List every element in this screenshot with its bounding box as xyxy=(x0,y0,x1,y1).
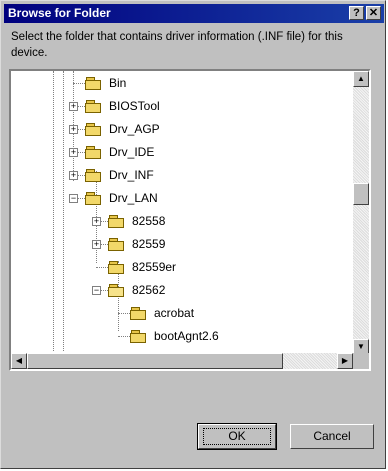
collapse-82562[interactable]: − xyxy=(92,286,101,295)
tree-connector xyxy=(118,313,130,314)
tree-item-label: Drv_IDE xyxy=(109,145,155,159)
open-folder-icon xyxy=(108,283,126,297)
folder-icon xyxy=(85,122,103,136)
tree-item-label: Drv_LAN xyxy=(109,191,158,205)
tree-item-bin[interactable]: Bin xyxy=(85,74,126,92)
tree-item-82559er[interactable]: 82559er xyxy=(108,258,176,276)
folder-icon xyxy=(130,329,148,343)
folder-icon xyxy=(108,237,126,251)
expand-drv-ide[interactable]: + xyxy=(69,148,78,157)
cancel-button-label: Cancel xyxy=(313,429,351,443)
tree-item-82559[interactable]: 82559 xyxy=(108,235,165,253)
folder-icon xyxy=(130,306,148,320)
folder-icon xyxy=(85,99,103,113)
dialog-title: Browse for Folder xyxy=(8,6,111,20)
tree-item-label: Drv_INF xyxy=(109,168,154,182)
close-button[interactable]: ✕ xyxy=(366,6,381,20)
ok-button-label: OK xyxy=(228,429,246,443)
tree-item-label: Drv_AGP xyxy=(109,122,160,136)
folder-icon xyxy=(85,145,103,159)
tree-item-label: 82559 xyxy=(132,237,166,251)
tree-item-label: BIOSTool xyxy=(109,99,160,113)
expand-biostool[interactable]: + xyxy=(69,102,78,111)
tree-item-label: acrobat xyxy=(154,306,195,320)
ok-button[interactable]: OK xyxy=(197,423,277,450)
horizontal-scroll-thumb[interactable] xyxy=(27,353,283,369)
instruction-text: Select the folder that contains driver i… xyxy=(11,31,343,59)
tree-item-label: 82562 xyxy=(132,283,166,297)
help-button[interactable]: ? xyxy=(349,6,364,20)
folder-icon xyxy=(85,76,103,90)
folder-icon xyxy=(85,168,103,182)
folder-tree[interactable]: + + + + − + + − Bin BIOSTool Drv_AGP Drv… xyxy=(9,69,371,371)
horizontal-scrollbar[interactable]: ◀ ▶ xyxy=(11,353,353,369)
tree-connector xyxy=(118,336,130,337)
tree-item-label: 82558 xyxy=(132,214,166,228)
tree-item-acrobat[interactable]: acrobat xyxy=(130,304,194,322)
tree-item-82558[interactable]: 82558 xyxy=(108,212,165,230)
scroll-left-button[interactable]: ◀ xyxy=(11,353,27,369)
tree-item-drv-lan[interactable]: Drv_LAN xyxy=(85,189,158,207)
title-bar[interactable]: Browse for Folder ? ✕ xyxy=(4,4,384,23)
vertical-scrollbar[interactable]: ▲ ▼ xyxy=(353,71,369,355)
tree-connector xyxy=(96,267,108,268)
expand-drv-inf[interactable]: + xyxy=(69,171,78,180)
expand-82558[interactable]: + xyxy=(92,217,101,226)
scroll-up-button[interactable]: ▲ xyxy=(353,71,369,87)
tree-item-drv-inf[interactable]: Drv_INF xyxy=(85,166,154,184)
tree-item-82562[interactable]: 82562 xyxy=(108,281,165,299)
tree-connector xyxy=(73,83,85,84)
expand-82559[interactable]: + xyxy=(92,240,101,249)
vertical-scroll-thumb[interactable] xyxy=(353,183,369,205)
tree-connector xyxy=(53,71,54,351)
expand-drv-agp[interactable]: + xyxy=(69,125,78,134)
tree-item-biostool[interactable]: BIOSTool xyxy=(85,97,160,115)
tree-item-label: 82559er xyxy=(132,260,177,274)
cancel-button[interactable]: Cancel xyxy=(290,424,374,449)
tree-connector xyxy=(63,71,64,351)
collapse-drv-lan[interactable]: − xyxy=(69,194,78,203)
tree-item-drv-agp[interactable]: Drv_AGP xyxy=(85,120,160,138)
tree-item-label: bootAgnt2.6 xyxy=(154,329,219,343)
folder-icon xyxy=(85,191,103,205)
folder-icon xyxy=(108,260,126,274)
browse-for-folder-dialog: Browse for Folder ? ✕ Select the folder … xyxy=(0,0,386,469)
tree-item-bootagnt[interactable]: bootAgnt2.6 xyxy=(130,327,219,345)
scrollbar-corner xyxy=(353,353,369,369)
scroll-right-button[interactable]: ▶ xyxy=(337,353,353,369)
tree-item-drv-ide[interactable]: Drv_IDE xyxy=(85,143,154,161)
tree-item-label: Bin xyxy=(109,76,127,90)
folder-icon xyxy=(108,214,126,228)
